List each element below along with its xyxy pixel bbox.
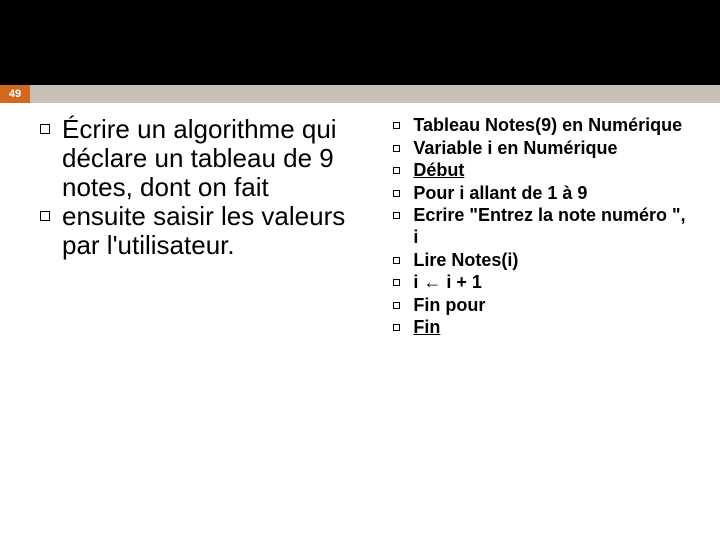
content-area: Écrire un algorithme qui déclare un tabl… <box>0 85 720 340</box>
list-item: ensuite saisir les valeurs par l'utilisa… <box>40 202 373 260</box>
list-item: Fin <box>393 317 695 339</box>
right-column: Tableau Notes(9) en NumériqueVariable i … <box>393 115 695 340</box>
list-item: Fin pour <box>393 295 695 317</box>
list-item: Ecrire "Entrez la note numéro ", i <box>393 205 695 248</box>
list-item: i ← i + 1 <box>393 272 695 294</box>
list-item: Pour i allant de 1 à 9 <box>393 183 695 205</box>
right-list: Tableau Notes(9) en NumériqueVariable i … <box>393 115 695 339</box>
left-column: Écrire un algorithme qui déclare un tabl… <box>40 115 373 340</box>
list-item: Lire Notes(i) <box>393 250 695 272</box>
list-item: Tableau Notes(9) en Numérique <box>393 115 695 137</box>
list-item-label: Début <box>413 160 464 180</box>
header-divider <box>30 85 720 103</box>
page-number-badge: 49 <box>0 85 30 103</box>
list-item-label: Fin <box>413 317 440 337</box>
left-list: Écrire un algorithme qui déclare un tabl… <box>40 115 373 261</box>
list-item: Écrire un algorithme qui déclare un tabl… <box>40 115 373 202</box>
list-item: Début <box>393 160 695 182</box>
slide: 49 Écrire un algorithme qui déclare un t… <box>0 85 720 540</box>
list-item: Variable i en Numérique <box>393 138 695 160</box>
